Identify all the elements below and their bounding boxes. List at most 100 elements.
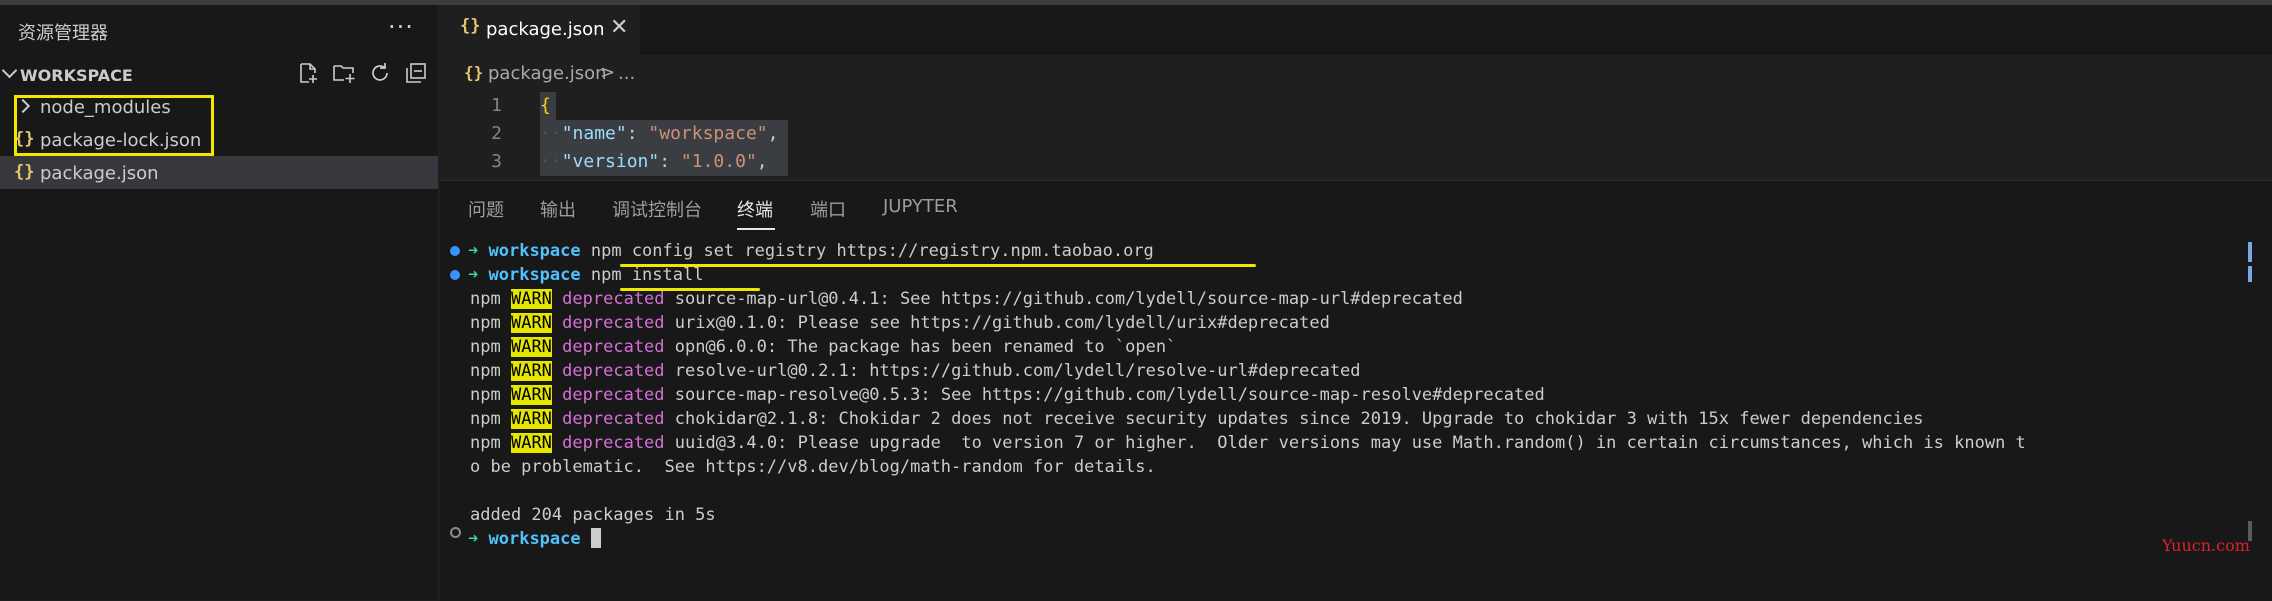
tab-terminal[interactable]: 终端 bbox=[737, 196, 773, 222]
json-file-icon: {} bbox=[14, 162, 35, 182]
prompt-status-dot bbox=[450, 527, 461, 538]
terminal-prompt-line[interactable]: ➜ workspace bbox=[468, 527, 601, 551]
deprecated-label: deprecated bbox=[562, 289, 665, 309]
terminal-output[interactable]: ➜ workspace npm config set registry http… bbox=[440, 236, 2272, 601]
refresh-icon[interactable] bbox=[368, 61, 392, 85]
terminal-cursor bbox=[590, 528, 601, 548]
deprecated-label: deprecated bbox=[562, 385, 665, 405]
close-icon[interactable]: ✕ bbox=[610, 15, 628, 40]
editor-area: {} package.json ✕ {} package.json > ... … bbox=[440, 5, 2272, 180]
warning-text: opn@6.0.0: The package has been renamed … bbox=[674, 337, 1177, 357]
terminal-warning-line: npm WARN deprecated opn@6.0.0: The packa… bbox=[470, 335, 1176, 359]
deprecated-label: deprecated bbox=[562, 337, 665, 357]
warn-badge: WARN bbox=[510, 313, 552, 333]
terminal-wrap-line: o be problematic. See https://v8.dev/blo… bbox=[470, 457, 1156, 477]
terminal-result-line: added 204 packages in 5s bbox=[470, 505, 716, 525]
breadcrumb-more[interactable]: ... bbox=[618, 63, 635, 84]
terminal-command-line: ➜ workspace npm install bbox=[468, 263, 703, 287]
npm-prefix: npm bbox=[470, 433, 501, 453]
collapse-all-icon[interactable] bbox=[404, 61, 428, 85]
deprecated-label: deprecated bbox=[562, 433, 665, 453]
terminal-warning-line: npm WARN deprecated chokidar@2.1.8: Chok… bbox=[470, 407, 1923, 431]
json-key: "version" bbox=[561, 151, 660, 172]
tab-jupyter[interactable]: JUPYTER bbox=[883, 196, 958, 217]
tree-item-label: node_modules bbox=[40, 97, 171, 118]
chevron-down-icon bbox=[1, 62, 18, 79]
warning-text: resolve-url@0.2.1: https://github.com/ly… bbox=[674, 361, 1361, 381]
warn-badge: WARN bbox=[510, 361, 552, 381]
json-file-icon: {} bbox=[14, 129, 35, 149]
more-actions-icon[interactable]: ··· bbox=[388, 13, 414, 41]
warning-text: source-map-url@0.4.1: See https://github… bbox=[674, 289, 1463, 309]
chevron-right-icon bbox=[15, 98, 31, 114]
warn-badge: WARN bbox=[510, 433, 552, 453]
prompt-dir: workspace bbox=[488, 241, 581, 261]
deprecated-label: deprecated bbox=[562, 313, 665, 333]
npm-prefix: npm bbox=[470, 385, 501, 405]
npm-prefix: npm bbox=[470, 337, 501, 357]
warning-text: urix@0.1.0: Please see https://github.co… bbox=[674, 313, 1330, 333]
tab-problems[interactable]: 问题 bbox=[468, 196, 504, 222]
npm-prefix: npm bbox=[470, 361, 501, 381]
breadcrumb-file[interactable]: package.json bbox=[488, 63, 607, 84]
new-folder-icon[interactable] bbox=[332, 61, 356, 85]
code-line[interactable]: 3 ··"version": "1.0.0", bbox=[440, 148, 2272, 176]
editor-tabs-bar: {} package.json ✕ bbox=[440, 5, 2272, 55]
tree-item-node-modules[interactable]: node_modules bbox=[0, 90, 438, 123]
watermark-text: Yuucn.com bbox=[2162, 536, 2250, 555]
warn-badge: WARN bbox=[510, 289, 552, 309]
npm-prefix: npm bbox=[470, 409, 501, 429]
json-file-icon: {} bbox=[464, 63, 484, 82]
terminal-warning-line: npm WARN deprecated source-map-url@0.4.1… bbox=[470, 287, 1463, 311]
warn-badge: WARN bbox=[510, 409, 552, 429]
command-text: npm install bbox=[590, 265, 704, 285]
tab-package-json[interactable]: {} package.json ✕ bbox=[440, 5, 640, 55]
npm-prefix: npm bbox=[470, 313, 501, 333]
annotation-underline bbox=[620, 264, 1256, 267]
prompt-dir: workspace bbox=[488, 265, 581, 285]
command-success-dot[interactable] bbox=[450, 246, 460, 256]
line-number: 3 bbox=[491, 151, 502, 172]
code-line[interactable]: 2 ··"name": "workspace", bbox=[440, 120, 2272, 148]
prompt-arrow-icon: ➜ bbox=[468, 241, 479, 261]
code-line[interactable]: 1 { bbox=[440, 92, 2272, 120]
json-punctuation: , bbox=[767, 123, 779, 144]
json-file-icon: {} bbox=[460, 16, 481, 36]
tree-item-package-lock-json[interactable]: {} package-lock.json bbox=[0, 123, 438, 156]
command-success-dot[interactable] bbox=[450, 270, 460, 280]
warning-text: uuid@3.4.0: Please upgrade to version 7 … bbox=[674, 433, 2026, 453]
json-value: "workspace" bbox=[648, 123, 768, 144]
prompt-arrow-icon: ➜ bbox=[468, 529, 479, 549]
scrollbar-marker bbox=[2248, 266, 2252, 282]
tab-ports[interactable]: 端口 bbox=[810, 196, 846, 222]
deprecated-label: deprecated bbox=[562, 361, 665, 381]
warn-badge: WARN bbox=[510, 337, 552, 357]
tree-item-label: package-lock.json bbox=[40, 130, 202, 151]
tab-label: package.json bbox=[486, 19, 605, 40]
json-value: "1.0.0" bbox=[680, 151, 757, 172]
warn-badge: WARN bbox=[510, 385, 552, 405]
terminal-warning-line: npm WARN deprecated urix@0.1.0: Please s… bbox=[470, 311, 1330, 335]
command-text: npm config set registry https://registry… bbox=[590, 241, 1154, 261]
workspace-label: WORKSPACE bbox=[20, 66, 133, 85]
tree-item-label: package.json bbox=[40, 163, 159, 184]
code-text: { bbox=[540, 95, 551, 116]
warning-text: chokidar@2.1.8: Chokidar 2 does not rece… bbox=[674, 409, 1924, 429]
tree-item-package-json[interactable]: {} package.json bbox=[0, 156, 438, 189]
code-text: ··"version": "1.0.0", bbox=[540, 151, 768, 172]
tab-output[interactable]: 输出 bbox=[540, 196, 576, 222]
explorer-title: 资源管理器 bbox=[18, 23, 108, 44]
json-brace: { bbox=[540, 95, 551, 116]
terminal-command-line: ➜ workspace npm config set registry http… bbox=[468, 239, 1154, 263]
workspace-header[interactable]: WORKSPACE bbox=[0, 57, 438, 89]
tab-debug-console[interactable]: 调试控制台 bbox=[612, 196, 702, 222]
terminal-warning-line: npm WARN deprecated source-map-resolve@0… bbox=[470, 383, 1545, 407]
breadcrumb-separator: > bbox=[600, 62, 616, 83]
new-file-icon[interactable] bbox=[296, 61, 320, 85]
line-number: 2 bbox=[491, 123, 502, 144]
deprecated-label: deprecated bbox=[562, 409, 665, 429]
bottom-panel: 问题 输出 调试控制台 终端 端口 JUPYTER ➜ workspace np… bbox=[440, 180, 2272, 601]
scrollbar-marker bbox=[2248, 242, 2252, 262]
json-punctuation: , bbox=[756, 151, 768, 172]
explorer-sidebar: 资源管理器 ··· WORKSPACE node_modules {} pack… bbox=[0, 5, 438, 600]
